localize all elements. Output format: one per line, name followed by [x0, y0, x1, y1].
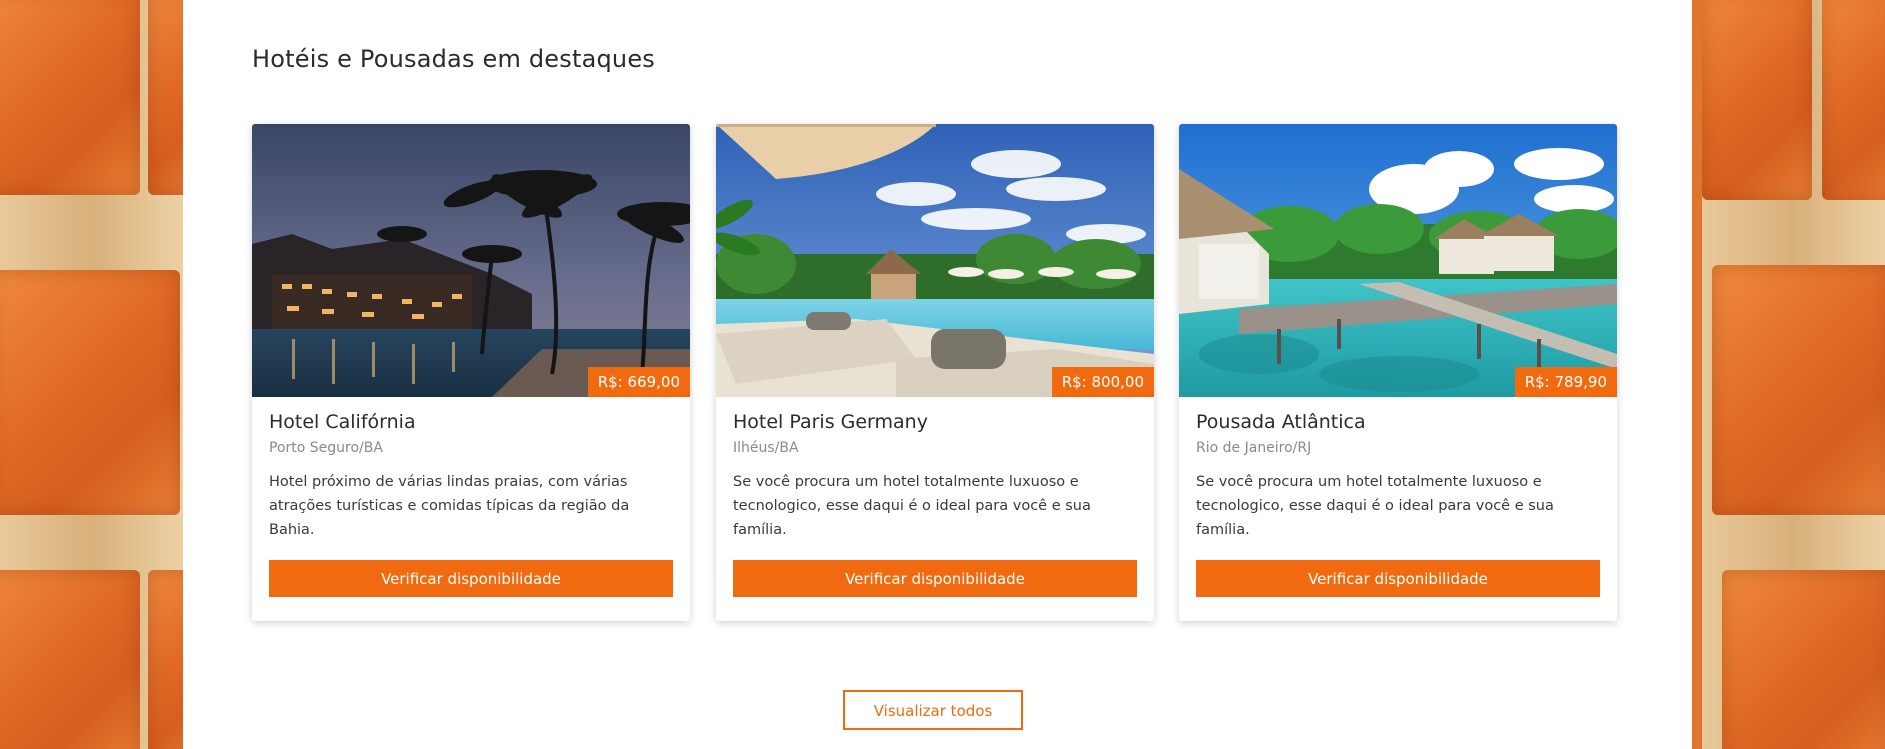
price-badge: R$: 669,00 — [587, 367, 690, 397]
hotel-name[interactable]: Hotel Califórnia — [269, 411, 673, 433]
hotel-card[interactable]: R$: 669,00 Hotel Califórnia Porto Seguro… — [252, 124, 690, 621]
background-brick-wall-left — [0, 0, 183, 749]
view-all-button[interactable]: Visualizar todos — [843, 690, 1023, 730]
background-brick-wall-right — [1702, 0, 1885, 749]
hotel-card[interactable]: R$: 800,00 Hotel Paris Germany Ilhéus/BA… — [716, 124, 1154, 621]
hotel-description: Se você procura um hotel totalmente luxu… — [733, 474, 1091, 538]
price-badge: R$: 800,00 — [1051, 367, 1154, 397]
hotel-photo[interactable]: R$: 789,90 — [1179, 124, 1617, 397]
hotel-location: Porto Seguro/BA — [269, 440, 383, 456]
check-availability-button[interactable]: Verificar disponibilidade — [733, 560, 1137, 597]
hotel-card[interactable]: R$: 789,90 Pousada Atlântica Rio de Jane… — [1179, 124, 1617, 621]
hotel-location: Ilhéus/BA — [733, 440, 799, 456]
hotel-location: Rio de Janeiro/RJ — [1196, 440, 1312, 456]
check-availability-button[interactable]: Verificar disponibilidade — [1196, 560, 1600, 597]
hotel-name[interactable]: Pousada Atlântica — [1196, 411, 1600, 433]
check-availability-button[interactable]: Verificar disponibilidade — [269, 560, 673, 597]
hotel-photo[interactable]: R$: 669,00 — [252, 124, 690, 397]
hotel-photo[interactable]: R$: 800,00 — [716, 124, 1154, 397]
hotel-description: Se você procura um hotel totalmente luxu… — [1196, 474, 1554, 538]
price-badge: R$: 789,90 — [1514, 367, 1617, 397]
section-title: Hotéis e Pousadas em destaques — [252, 45, 656, 73]
featured-hotels-section: Hotéis e Pousadas em destaques R$: 669,0… — [183, 0, 1692, 749]
hotel-name[interactable]: Hotel Paris Germany — [733, 411, 1137, 433]
hotel-description: Hotel próximo de várias lindas praias, c… — [269, 474, 630, 538]
